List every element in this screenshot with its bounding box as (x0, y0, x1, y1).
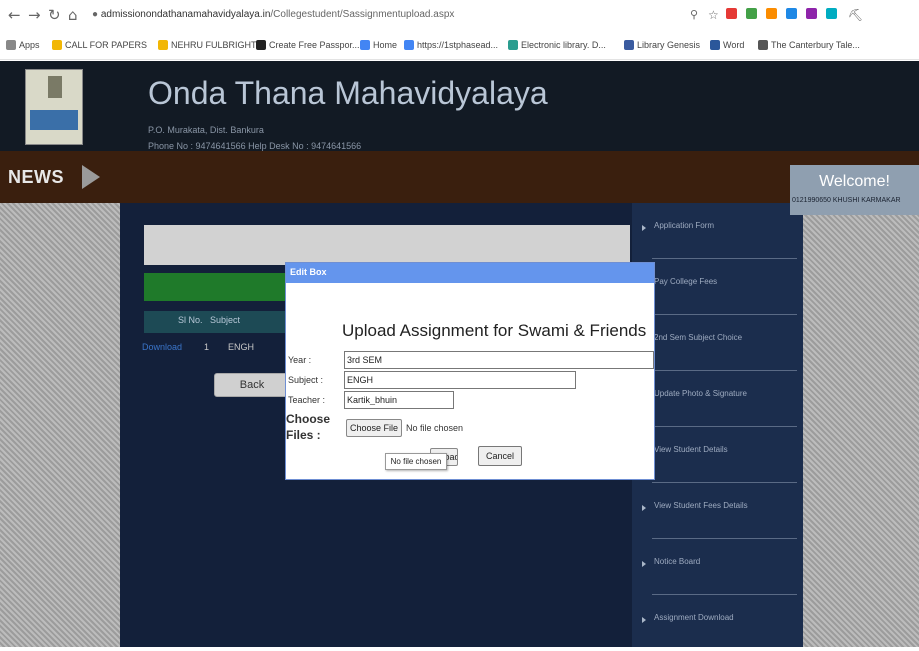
welcome-title: Welcome! (819, 173, 890, 190)
subject-label: Subject : (288, 375, 324, 385)
bookmark-item[interactable]: https://1stphasead... (404, 39, 498, 51)
library-icon (508, 40, 518, 50)
download-link[interactable]: Download (142, 342, 182, 352)
left-background-pattern (0, 203, 120, 647)
site-header: Onda Thana Mahavidyalaya P.O. Murakata, … (0, 61, 919, 151)
bullet-icon (642, 505, 646, 511)
folder-icon (158, 40, 168, 50)
extension-icon[interactable] (746, 8, 757, 19)
back-button[interactable]: Back (214, 373, 290, 397)
news-arrow-icon (82, 165, 100, 189)
forward-arrow-icon[interactable]: → (28, 6, 41, 24)
site-phone: Phone No : 9474641566 Help Desk No : 947… (148, 141, 362, 151)
no-file-text: No file chosen (406, 423, 464, 433)
bookmark-item[interactable]: Library Genesis (624, 39, 700, 51)
dialog-title: Edit Box (290, 267, 327, 277)
extension-icon[interactable] (806, 8, 817, 19)
year-field[interactable] (344, 351, 654, 369)
reload-icon[interactable]: ↻ (48, 6, 61, 24)
bookmark-item[interactable]: Create Free Passpor... (256, 39, 360, 51)
green-header-bar (144, 273, 290, 301)
address-bar[interactable]: ● admissionondathanamahavidyalaya.in/Col… (92, 5, 652, 25)
sidebar-item-application-form[interactable]: Application Form (632, 203, 803, 259)
logo-banner (30, 110, 78, 130)
column-header-slno: Sl No. (178, 315, 203, 325)
extension-icon[interactable] (766, 8, 777, 19)
home-icon[interactable]: ⌂ (68, 6, 78, 24)
file-tooltip: No file chosen (385, 453, 447, 470)
bookmark-item[interactable]: Home (360, 39, 397, 51)
row-subject: ENGH (228, 342, 255, 352)
teacher-label: Teacher : (288, 395, 326, 405)
sidebar-item-update-photo[interactable]: Update Photo & Signature (632, 371, 803, 427)
sidebar-item-fees-details[interactable]: View Student Fees Details (632, 483, 803, 539)
apps-grid-icon (6, 40, 16, 50)
bullet-icon (642, 561, 646, 567)
college-logo (25, 69, 83, 145)
sidebar-item-pay-fees[interactable]: Pay College Fees (632, 259, 803, 315)
browser-toolbar: ← → ↻ ⌂ ● admissionondathanamahavidyalay… (0, 0, 919, 30)
puzzle-icon[interactable]: ⛏ (848, 6, 863, 24)
bookmark-item[interactable]: CALL FOR PAPERS (52, 39, 147, 51)
edit-box-dialog: Edit Box Upload Assignment for Swami & F… (285, 262, 655, 480)
news-bar: NEWS (0, 151, 919, 203)
news-label: NEWS (8, 167, 64, 187)
subject-field[interactable] (344, 371, 576, 389)
star-icon[interactable]: ☆ (708, 6, 719, 24)
welcome-box: Welcome! 0121990650 KHUSHI KARMAKAR (790, 165, 919, 215)
bookmark-apps[interactable]: Apps (6, 39, 40, 51)
cancel-button[interactable]: Cancel (478, 446, 522, 466)
year-label: Year : (288, 355, 312, 365)
word-icon (710, 40, 720, 50)
bookmark-item[interactable]: The Canterbury Tale... (758, 39, 860, 51)
choose-files-label: Choose Files : (286, 412, 331, 442)
extension-icon[interactable] (726, 8, 737, 19)
sidebar-menu: Application Form Pay College Fees 2nd Se… (632, 203, 803, 647)
back-arrow-icon[interactable]: ← (8, 6, 21, 24)
url-path: /Collegestudent/Sassignmentupload.aspx (270, 9, 455, 20)
column-header-subject: Subject (210, 315, 241, 325)
bullet-icon (642, 225, 646, 231)
extension-icon[interactable] (826, 8, 837, 19)
lock-icon: ● (92, 9, 101, 20)
passport-icon (256, 40, 266, 50)
folder-icon (52, 40, 62, 50)
extension-icon[interactable] (786, 8, 797, 19)
row-slno: 1 (204, 342, 210, 352)
content-panel (144, 225, 630, 265)
zoom-icon[interactable]: ⚲ (690, 6, 698, 24)
google-icon (360, 40, 370, 50)
google-icon (404, 40, 414, 50)
teacher-field[interactable] (344, 391, 454, 409)
bookmark-item[interactable]: NEHRU FULBRIGHT (158, 39, 257, 51)
welcome-user: 0121990650 KHUSHI KARMAKAR (792, 197, 901, 204)
upload-heading: Upload Assignment for Swami & Friends (342, 321, 647, 340)
globe-icon (758, 40, 768, 50)
site-address: P.O. Murakata, Dist. Bankura (148, 125, 264, 135)
book-icon (624, 40, 634, 50)
site-title: Onda Thana Mahavidyalaya (148, 75, 548, 111)
choose-file-button[interactable]: Choose File (346, 419, 402, 437)
sidebar-item-subject-choice[interactable]: 2nd Sem Subject Choice (632, 315, 803, 371)
sidebar-item-student-details[interactable]: View Student Details (632, 427, 803, 483)
right-background-pattern (803, 215, 919, 647)
sidebar-item-assignment-download[interactable]: Assignment Download (632, 595, 803, 651)
logo-emblem (48, 76, 62, 98)
bookmark-item[interactable]: Word (710, 39, 744, 51)
bullet-icon (642, 617, 646, 623)
url-host: admissionondathanamahavidyalaya.in (100, 9, 271, 20)
bookmark-item[interactable]: Electronic library. D... (508, 39, 606, 51)
dialog-titlebar: Edit Box (286, 263, 654, 283)
sidebar-item-notice-board[interactable]: Notice Board (632, 539, 803, 595)
bookmarks-bar: Apps CALL FOR PAPERS NEHRU FULBRIGHT Cre… (0, 30, 919, 60)
